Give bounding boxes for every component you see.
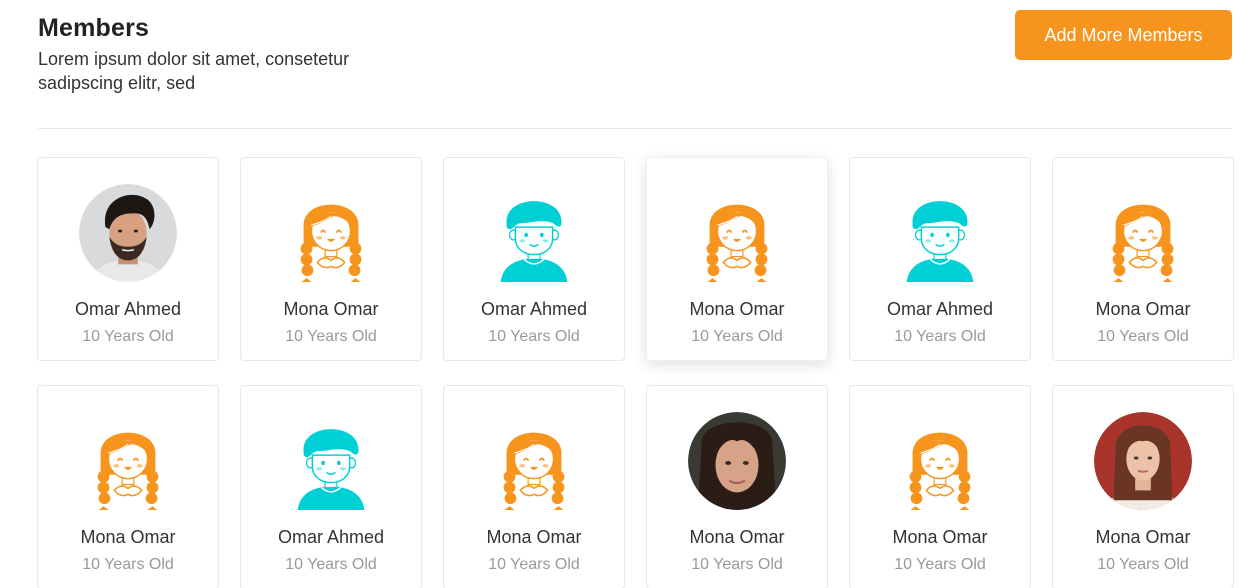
girl-avatar-icon — [706, 204, 768, 282]
header-divider — [38, 128, 1232, 129]
add-more-members-button[interactable]: Add More Members — [1015, 10, 1232, 60]
member-card[interactable]: Omar Ahmed 10 Years Old — [240, 385, 422, 588]
member-name: Omar Ahmed — [886, 299, 994, 319]
man-photo-avatar — [79, 184, 177, 282]
member-card[interactable]: Mona Omar 10 Years Old — [1052, 385, 1234, 588]
member-card[interactable]: Mona Omar 10 Years Old — [37, 385, 219, 588]
member-name: Mona Omar — [80, 527, 176, 547]
page-title: Members — [38, 14, 150, 42]
member-name: Mona Omar — [689, 527, 785, 547]
page-header: Members Lorem ipsum dolor sit amet, cons… — [38, 14, 418, 95]
member-name: Omar Ahmed — [277, 527, 385, 547]
member-card[interactable]: Omar Ahmed 10 Years Old — [37, 157, 219, 361]
boy-avatar-icon — [297, 429, 365, 510]
member-age: 10 Years Old — [691, 328, 783, 345]
member-name: Omar Ahmed — [480, 299, 588, 319]
girl-avatar-icon — [909, 432, 971, 510]
member-age: 10 Years Old — [285, 556, 377, 573]
member-name: Mona Omar — [283, 299, 379, 319]
page-subtitle: Lorem ipsum dolor sit amet, consetetur s… — [38, 49, 350, 93]
boy-avatar-icon — [906, 201, 974, 282]
member-age: 10 Years Old — [894, 556, 986, 573]
girl-avatar-icon — [1112, 204, 1174, 282]
member-age: 10 Years Old — [488, 556, 580, 573]
member-name: Mona Omar — [1095, 527, 1191, 547]
member-card[interactable]: Mona Omar 10 Years Old — [443, 385, 625, 588]
member-card[interactable]: Omar Ahmed 10 Years Old — [849, 157, 1031, 361]
woman-photo-avatar — [1094, 412, 1192, 510]
member-name: Mona Omar — [1095, 299, 1191, 319]
member-card[interactable]: Mona Omar 10 Years Old — [849, 385, 1031, 588]
girl-avatar-icon — [300, 204, 362, 282]
member-name: Omar Ahmed — [74, 299, 182, 319]
member-age: 10 Years Old — [285, 328, 377, 345]
member-card[interactable]: Mona Omar 10 Years Old — [646, 157, 828, 361]
member-card[interactable]: Mona Omar 10 Years Old — [240, 157, 422, 361]
girl-avatar-icon — [97, 432, 159, 510]
girl-avatar-icon — [503, 432, 565, 510]
member-card[interactable]: Mona Omar 10 Years Old — [1052, 157, 1234, 361]
woman-photo-avatar — [688, 412, 786, 510]
member-name: Mona Omar — [486, 527, 582, 547]
member-card[interactable]: Mona Omar 10 Years Old — [646, 385, 828, 588]
member-age: 10 Years Old — [894, 328, 986, 345]
member-age: 10 Years Old — [82, 328, 174, 345]
member-name: Mona Omar — [689, 299, 785, 319]
member-card[interactable]: Omar Ahmed 10 Years Old — [443, 157, 625, 361]
member-age: 10 Years Old — [1097, 328, 1189, 345]
boy-avatar-icon — [500, 201, 568, 282]
member-age: 10 Years Old — [488, 328, 580, 345]
member-name: Mona Omar — [892, 527, 988, 547]
member-age: 10 Years Old — [1097, 556, 1189, 573]
member-age: 10 Years Old — [691, 556, 783, 573]
member-age: 10 Years Old — [82, 556, 174, 573]
